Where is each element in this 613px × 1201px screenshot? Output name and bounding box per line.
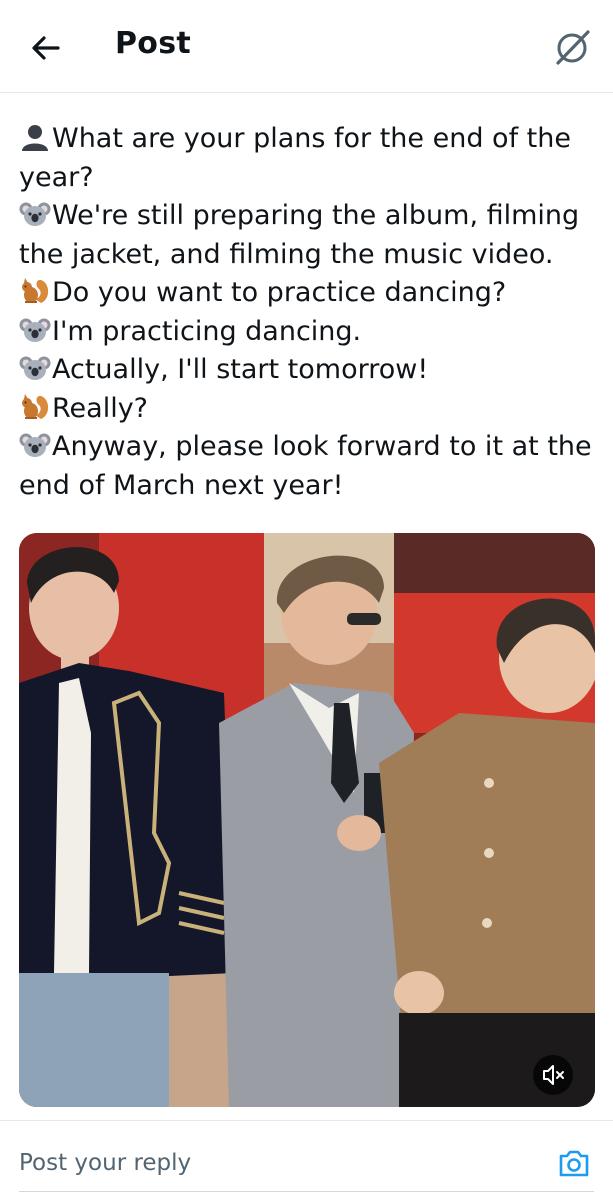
squirrel-icon <box>22 393 49 419</box>
reply-input[interactable] <box>19 1145 539 1181</box>
post-line: What are your plans for the end of the y… <box>19 120 594 197</box>
video-frame <box>19 533 595 1107</box>
camera-icon[interactable] <box>556 1145 592 1181</box>
reply-underline <box>19 1191 594 1192</box>
koala-icon <box>19 356 51 380</box>
post-line: Do you want to practice dancing? <box>19 274 594 313</box>
koala-icon <box>19 318 51 342</box>
koala-icon <box>19 433 51 457</box>
video-player[interactable] <box>19 533 595 1107</box>
post-line: Really? <box>19 390 594 429</box>
reply-bar <box>0 1120 613 1201</box>
post-line-text: What are your plans for the end of the y… <box>19 123 571 193</box>
post-line-text: Actually, I'll start tomorrow! <box>52 354 429 385</box>
post-line-text: We're still preparing the album, filming… <box>19 200 580 270</box>
top-bar: Post <box>0 0 613 93</box>
post-line: Anyway, please look forward to it at the… <box>19 428 594 505</box>
post-text: What are your plans for the end of the y… <box>19 120 594 505</box>
squirrel-icon <box>22 278 49 303</box>
page-title: Post <box>115 26 191 61</box>
post-line-text: I'm practicing dancing. <box>52 315 362 347</box>
post-line: I'm practicing dancing. <box>19 313 594 352</box>
koala-icon <box>19 202 51 226</box>
speaker-muted-icon <box>543 1065 564 1085</box>
grok-icon[interactable] <box>552 26 594 68</box>
post-line: We're still preparing the album, filming… <box>19 197 594 274</box>
post-line-text: Do you want to practice dancing? <box>52 277 507 308</box>
person-silhouette-icon <box>22 125 48 151</box>
mute-button[interactable] <box>533 1055 573 1095</box>
post-line: Actually, I'll start tomorrow! <box>19 351 594 390</box>
post-line-text: Anyway, please look forward to it at the… <box>19 431 592 501</box>
back-arrow-icon[interactable] <box>28 30 64 66</box>
post-line-text: Really? <box>52 392 149 424</box>
